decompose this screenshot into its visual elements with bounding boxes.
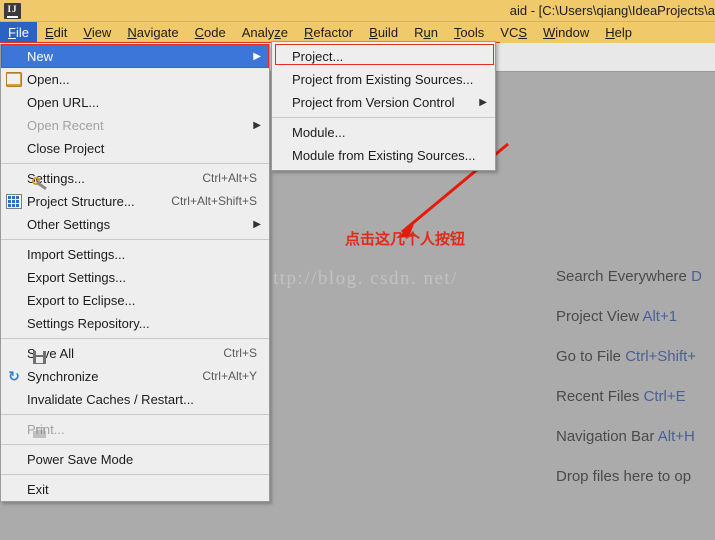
hint-label: Drop files here to op	[556, 468, 692, 485]
menubar-item-window[interactable]: Window	[535, 22, 597, 43]
menubar-item-run[interactable]: Run	[406, 22, 446, 43]
menu-bar: File Edit View Navigate Code Analyze Refactor B…	[0, 22, 715, 43]
new-submenu-item-project-from-version-control[interactable]: Project from Version Control ▶	[272, 91, 495, 114]
menu-separator	[1, 338, 269, 339]
menu-item-label: Exit	[27, 482, 49, 497]
new-submenu-popup[interactable]: Project... Project from Existing Sources.…	[271, 41, 496, 171]
menubar-item-vcs[interactable]: VCS	[492, 22, 535, 43]
menubar-item-view[interactable]: View	[75, 22, 119, 43]
file-menu-item-settings-repository[interactable]: Settings Repository...	[1, 312, 269, 335]
menu-separator	[1, 474, 269, 475]
menubar-item-file[interactable]: File	[0, 22, 37, 43]
hint-label: Navigation Bar	[556, 428, 658, 445]
file-menu-item-invalidate-caches-restart[interactable]: Invalidate Caches / Restart...	[1, 388, 269, 411]
welcome-hint-4: Navigation Bar Alt+H	[556, 428, 715, 445]
menu-item-label: Project Structure...	[27, 194, 135, 209]
menu-item-label: New	[27, 49, 54, 64]
file-menu-item-export-settings[interactable]: Export Settings...	[1, 266, 269, 289]
welcome-hint-0: Search Everywhere D	[556, 268, 715, 285]
menu-item-shortcut: Ctrl+S	[223, 346, 257, 360]
annotation-note-chinese: 点击这几个人按钮	[345, 230, 466, 248]
menubar-item-help[interactable]: Help	[597, 22, 640, 43]
menubar-item-edit[interactable]: Edit	[37, 22, 75, 43]
file-menu-item-print: Print...	[1, 418, 269, 441]
menu-separator	[1, 444, 269, 445]
hint-shortcut: Ctrl+E	[643, 388, 686, 405]
menu-item-shortcut: Ctrl+Alt+Y	[202, 369, 257, 383]
menu-item-label: Open URL...	[27, 95, 100, 110]
file-menu-item-open[interactable]: Open...	[1, 68, 269, 91]
hint-label: Search Everywhere	[556, 268, 692, 285]
menubar-item-tools[interactable]: Tools	[446, 22, 492, 43]
new-submenu-item-project-from-existing-sources[interactable]: Project from Existing Sources...	[272, 68, 495, 91]
file-menu-item-project-structure[interactable]: Project Structure... Ctrl+Alt+Shift+S	[1, 190, 269, 213]
hint-label: Recent Files	[556, 388, 644, 405]
submenu-chevron-icon: ▶	[253, 51, 261, 62]
menu-item-label: Export Settings...	[27, 270, 126, 285]
hint-label: Project View	[556, 308, 643, 325]
hint-shortcut: Alt+1	[642, 308, 678, 325]
welcome-hint-3: Recent Files Ctrl+E	[556, 388, 715, 405]
window-title: aid - [C:\Users\qiang\IdeaProjects\a	[509, 3, 715, 18]
hint-shortcut: Alt+H	[657, 428, 695, 445]
menu-item-shortcut: Ctrl+Alt+Shift+S	[171, 194, 257, 208]
menu-item-label: Open...	[27, 72, 70, 87]
menu-item-label: Power Save Mode	[27, 452, 134, 467]
file-menu-item-open-recent: Open Recent ▶	[1, 114, 269, 137]
menu-item-label: Close Project	[27, 141, 105, 156]
file-menu-item-power-save-mode[interactable]: Power Save Mode	[1, 448, 269, 471]
new-submenu-item-module[interactable]: Module...	[272, 121, 495, 144]
submenu-chevron-icon: ▶	[253, 120, 261, 131]
menu-item-label: Open Recent	[27, 118, 104, 133]
menu-item-label: Other Settings	[27, 217, 111, 232]
file-menu-item-export-to-eclipse[interactable]: Export to Eclipse...	[1, 289, 269, 312]
new-submenu-item-project[interactable]: Project...	[272, 45, 495, 68]
menubar-item-code[interactable]: Code	[187, 22, 234, 43]
folder-icon	[6, 72, 22, 87]
menu-separator	[1, 163, 269, 164]
welcome-hint-1: Project View Alt+1	[556, 308, 715, 325]
menu-item-label: Export to Eclipse...	[27, 293, 136, 308]
file-menu-item-new[interactable]: New ▶	[1, 45, 269, 68]
menu-separator	[1, 414, 269, 415]
file-menu-item-open-url[interactable]: Open URL...	[1, 91, 269, 114]
synchronize-icon: ↻	[8, 368, 20, 384]
menu-item-label: Invalidate Caches / Restart...	[27, 392, 194, 407]
file-menu-popup[interactable]: New ▶ Open... Open URL... Open Recent ▶ Close …	[0, 44, 270, 502]
menubar-item-analyze[interactable]: Analyze	[234, 22, 296, 43]
menu-item-label: Module...	[292, 125, 346, 140]
menu-item-label: Project from Existing Sources...	[292, 72, 474, 87]
submenu-chevron-icon: ▶	[479, 97, 487, 108]
title-bar: IJ aid - [C:\Users\qiang\IdeaProjects\a	[0, 0, 715, 22]
menu-item-label: Project from Version Control	[292, 95, 455, 110]
hint-shortcut: Ctrl+Shift+	[625, 348, 697, 365]
menubar-item-navigate[interactable]: Navigate	[119, 22, 186, 43]
file-menu-item-import-settings[interactable]: Import Settings...	[1, 243, 269, 266]
welcome-hints-list: Search Everywhere D Project View Alt+1 Go …	[556, 268, 715, 508]
welcome-hint-2: Go to File Ctrl+Shift+	[556, 348, 715, 365]
menu-item-label: Settings Repository...	[27, 316, 150, 331]
submenu-chevron-icon: ▶	[253, 219, 261, 230]
file-menu-item-close-project[interactable]: Close Project	[1, 137, 269, 160]
menubar-item-build[interactable]: Build	[361, 22, 406, 43]
menu-item-label: Module from Existing Sources...	[292, 148, 476, 163]
menu-item-shortcut: Ctrl+Alt+S	[202, 171, 257, 185]
hint-label: Go to File	[556, 348, 626, 365]
submenu-separator	[272, 117, 495, 118]
new-submenu-item-module-from-existing-sources[interactable]: Module from Existing Sources...	[272, 144, 495, 167]
file-menu-item-synchronize[interactable]: ↻ Synchronize Ctrl+Alt+Y	[1, 365, 269, 388]
hint-shortcut: D	[691, 268, 702, 285]
welcome-hint-5: Drop files here to op	[556, 468, 715, 485]
menu-item-label: Project...	[292, 49, 344, 64]
file-menu-item-exit[interactable]: Exit	[1, 478, 269, 501]
menubar-item-refactor[interactable]: Refactor	[296, 22, 361, 43]
file-menu-item-save-all[interactable]: Save All Ctrl+S	[1, 342, 269, 365]
menu-item-label: Import Settings...	[27, 247, 126, 262]
file-menu-item-other-settings[interactable]: Other Settings ▶	[1, 213, 269, 236]
menu-item-label: Synchronize	[27, 369, 99, 384]
file-menu-item-settings[interactable]: Settings... Ctrl+Alt+S	[1, 167, 269, 191]
menu-separator	[1, 239, 269, 240]
project-structure-icon	[6, 194, 22, 209]
